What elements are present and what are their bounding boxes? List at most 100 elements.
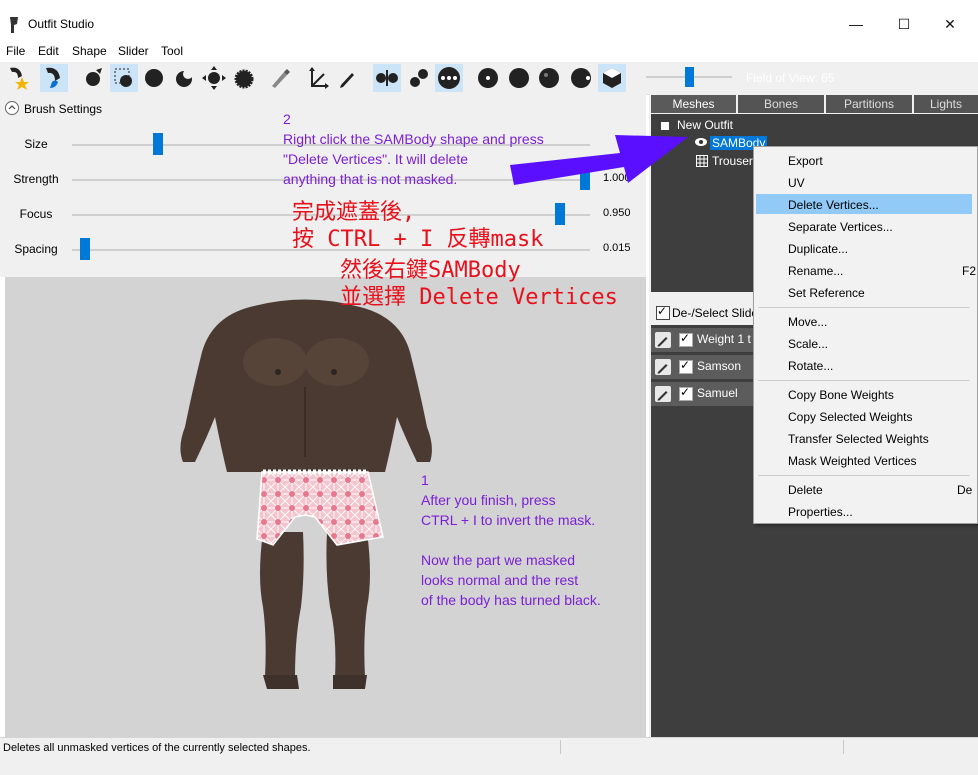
menu-slider[interactable]: Slider [118, 44, 149, 58]
move-tool-button[interactable] [200, 64, 228, 92]
slider-name: Samuel [697, 386, 738, 400]
view-mode-2-button[interactable] [505, 64, 533, 92]
slider-checkbox[interactable] [679, 385, 693, 401]
menu-item-rename[interactable]: Rename... [788, 264, 843, 278]
deselect-sliders-checkbox[interactable] [656, 304, 670, 320]
slider-row-samson[interactable]: Samson [651, 355, 761, 379]
status-divider [843, 740, 844, 754]
slider-checkbox[interactable] [679, 331, 693, 347]
field-of-view-label: Field of View: 65 [746, 71, 835, 85]
minimize-button[interactable]: — [846, 12, 866, 36]
menu-item-duplicate[interactable]: Duplicate... [788, 242, 848, 256]
deflate-tool-button[interactable] [170, 64, 198, 92]
annotation-zh-line-3: 然後右鍵SAMBody [340, 258, 521, 283]
menu-item-move[interactable]: Move... [788, 315, 827, 329]
fov-slider-thumb[interactable] [684, 67, 694, 87]
slider-row-samuel[interactable]: Samuel [651, 382, 761, 406]
annotation-step2-line: 2 [283, 111, 291, 127]
arrow-tool-button[interactable] [80, 64, 108, 92]
close-button[interactable]: ✕ [940, 12, 960, 36]
menu-item-properties[interactable]: Properties... [788, 505, 853, 519]
select-brush-button[interactable] [4, 64, 32, 92]
view-mode-1-button[interactable] [474, 64, 502, 92]
slider-checkbox[interactable] [679, 358, 693, 374]
collapse-toggle-icon[interactable] [5, 101, 19, 115]
pen-icon [340, 73, 354, 88]
size-slider-thumb[interactable] [153, 133, 164, 155]
strength-label: Strength [13, 172, 59, 186]
focus-slider-thumb[interactable] [554, 203, 565, 225]
dots-icon [438, 67, 460, 89]
maximize-button[interactable]: ☐ [894, 12, 914, 36]
smooth-tool-button[interactable] [230, 64, 258, 92]
view-shaded-icon [539, 68, 559, 88]
annotation-step2-line: Right click the SAMBody shape and press [283, 131, 544, 147]
vertex-dots-button[interactable] [435, 64, 463, 92]
vertex-split-icon [376, 70, 398, 86]
menu-item-mask-weighted-vertices[interactable]: Mask Weighted Vertices [788, 454, 917, 468]
mask-tool-button[interactable] [110, 64, 138, 92]
cube-icon [603, 68, 621, 88]
tab-bones[interactable]: Bones [738, 95, 824, 113]
vertex-group-button[interactable] [405, 64, 433, 92]
menu-item-rotate[interactable]: Rotate... [788, 359, 833, 373]
menu-item-copy-bone-weights[interactable]: Copy Bone Weights [788, 388, 894, 402]
menu-item-export[interactable]: Export [788, 154, 823, 168]
tab-meshes[interactable]: Meshes [651, 95, 736, 113]
edit-pencil-icon[interactable] [655, 386, 671, 402]
status-text: Deletes all unmasked vertices of the cur… [3, 742, 311, 754]
view-mode-4-button[interactable] [567, 64, 595, 92]
brush-star-icon [10, 67, 29, 90]
menu-item-delete-vertices[interactable]: Delete Vertices... [788, 198, 879, 212]
spacing-slider-thumb[interactable] [79, 238, 90, 260]
menu-shape[interactable]: Shape [72, 44, 107, 58]
delete-shortcut: De [957, 483, 973, 497]
annotation-step1-line: looks normal and the rest [421, 572, 579, 588]
slider-name: Weight 1 t [697, 332, 751, 346]
tab-partitions[interactable]: Partitions [826, 95, 912, 113]
smooth-icon [234, 69, 254, 89]
annotation-step1: 1 After you finish, press CTRL + I to in… [421, 470, 601, 610]
edit-pencil-icon[interactable] [655, 359, 671, 375]
slider-name: Samson [697, 359, 742, 373]
vertex-select-button[interactable] [373, 64, 401, 92]
annotation-zh-line-1: 完成遮蓋後, [292, 200, 416, 225]
brush-settings-title: Brush Settings [24, 102, 103, 116]
weight-brush-button[interactable] [266, 64, 294, 92]
rename-shortcut: F2 [962, 264, 977, 278]
deflate-icon [176, 69, 193, 87]
brush-icon [46, 67, 60, 88]
menu-edit[interactable]: Edit [38, 44, 59, 58]
menu-item-set-reference[interactable]: Set Reference [788, 286, 865, 300]
annotation-step1-line [421, 530, 601, 550]
menu-item-scale[interactable]: Scale... [788, 337, 828, 351]
annotation-step2-line: anything that is not masked. [283, 171, 458, 187]
mask-brush-button[interactable] [40, 64, 68, 92]
selection-mask-icon [114, 68, 132, 87]
menu-tool[interactable]: Tool [161, 44, 183, 58]
tree-item-trouser[interactable]: Trouser [712, 154, 753, 168]
menu-item-delete[interactable]: Delete [788, 483, 823, 497]
menu-file[interactable]: File [6, 44, 25, 58]
tab-lights[interactable]: Lights [914, 95, 978, 113]
pen-tool-button[interactable] [334, 64, 362, 92]
transform-tool-button[interactable] [304, 64, 332, 92]
inflate-tool-button[interactable] [140, 64, 168, 92]
arrow-cursor-icon [86, 68, 102, 86]
annotation-step1-line: of the body has turned black. [421, 592, 601, 608]
window-title: Outfit Studio [28, 17, 95, 31]
menu-item-uv[interactable]: UV [788, 176, 805, 190]
annotation-step1-line: 1 [421, 472, 429, 488]
menu-separator [758, 475, 970, 476]
title-bar [0, 0, 978, 46]
move-arrows-icon [202, 66, 226, 90]
slider-row-weight[interactable]: Weight 1 t [651, 328, 761, 352]
menu-item-copy-selected-weights[interactable]: Copy Selected Weights [788, 410, 913, 424]
view-cube-button[interactable] [598, 64, 626, 92]
view-mode-3-button[interactable] [535, 64, 563, 92]
menu-item-separate-vertices[interactable]: Separate Vertices... [788, 220, 893, 234]
inflate-icon [145, 69, 163, 87]
edit-pencil-icon[interactable] [655, 332, 671, 348]
menu-item-transfer-selected-weights[interactable]: Transfer Selected Weights [788, 432, 929, 446]
spacing-value: 0.015 [603, 242, 631, 254]
